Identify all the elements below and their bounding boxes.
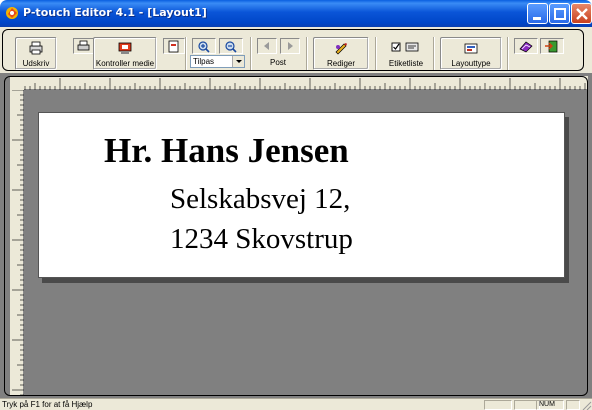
status-num-indicator: NUM [536, 400, 564, 410]
title-bar[interactable]: P-touch Editor 4.1 - [Layout1] [0, 0, 592, 27]
zoom-in-button[interactable] [192, 38, 216, 54]
edit-pen-icon [335, 43, 347, 55]
next-record-button[interactable] [280, 38, 300, 54]
close-icon [576, 8, 588, 20]
check-media-button[interactable]: Kontroller medie [93, 37, 157, 70]
edit-button[interactable]: Rediger [313, 37, 369, 70]
toolbar-separator [306, 37, 308, 70]
arrow-left-icon [264, 42, 269, 50]
horizontal-ruler [9, 76, 588, 90]
minimize-icon [533, 17, 541, 20]
vertical-ruler-ticks [12, 89, 24, 396]
status-cell-empty [484, 400, 512, 410]
resize-grip-icon[interactable] [580, 399, 592, 410]
exit-button[interactable] [540, 38, 564, 54]
chevron-down-icon [232, 56, 244, 67]
horizontal-ruler-ticks [9, 78, 586, 90]
status-cell-scroll [566, 400, 580, 410]
toolbar-frame: Udskriv Kontroller medie Tilpas Post Red… [2, 29, 584, 71]
zoom-select[interactable]: Tilpas [190, 55, 245, 68]
vertical-ruler [10, 89, 24, 396]
toolbar-separator [185, 37, 187, 70]
exit-door-icon [545, 40, 558, 53]
close-button[interactable] [571, 3, 592, 24]
maximize-icon [554, 8, 566, 20]
zoom-out-button[interactable] [219, 38, 243, 54]
print-settings-icon [77, 40, 90, 51]
toolbar: Udskriv Kontroller medie Tilpas Post Red… [0, 27, 592, 73]
minimize-button[interactable] [527, 3, 548, 24]
label-text-street[interactable]: Selskabsvej 12, [170, 183, 350, 216]
check-media-icon [118, 42, 132, 54]
print-settings-button[interactable] [73, 38, 95, 54]
arrow-right-icon [288, 42, 293, 50]
zoom-select-value: Tilpas [193, 57, 215, 66]
maximize-button[interactable] [549, 3, 570, 24]
help-book-button[interactable] [514, 38, 538, 54]
status-bar: Tryk på F1 for at få Hjælp NUM [0, 398, 592, 410]
printer-icon [29, 41, 43, 55]
previous-record-button[interactable] [257, 38, 277, 54]
label-text-city[interactable]: 1234 Skovstrup [170, 223, 353, 256]
toolbar-separator [375, 37, 377, 70]
toolbar-separator [433, 37, 435, 70]
zoom-out-icon [225, 41, 237, 53]
layout-type-button[interactable]: Layouttype [440, 37, 502, 70]
help-book-icon [519, 41, 533, 53]
print-button[interactable]: Udskriv [15, 37, 57, 70]
label-list-icon [391, 42, 419, 52]
ruler-corner [10, 76, 24, 90]
window-title: P-touch Editor 4.1 - [Layout1] [23, 6, 207, 19]
toolbar-separator [250, 37, 252, 70]
label-list-label: Etiketliste [388, 59, 424, 68]
label-text-name[interactable]: Hr. Hans Jensen [104, 131, 349, 171]
ptouch-app-icon [6, 7, 18, 19]
post-label: Post [269, 58, 286, 67]
edit-label: Rediger [326, 59, 355, 68]
layout-type-icon [464, 43, 478, 54]
status-help-text: Tryk på F1 for at få Hjælp [2, 400, 93, 409]
print-label: Udskriv [22, 59, 50, 68]
layout-type-label: Layouttype [451, 59, 491, 68]
toolbar-separator [507, 37, 509, 70]
zoom-in-icon [198, 41, 210, 53]
label-list-button[interactable]: Etiketliste [383, 37, 429, 70]
media-settings-button[interactable] [163, 38, 185, 54]
document-icon [168, 40, 179, 53]
check-media-label: Kontroller medie [95, 59, 155, 68]
